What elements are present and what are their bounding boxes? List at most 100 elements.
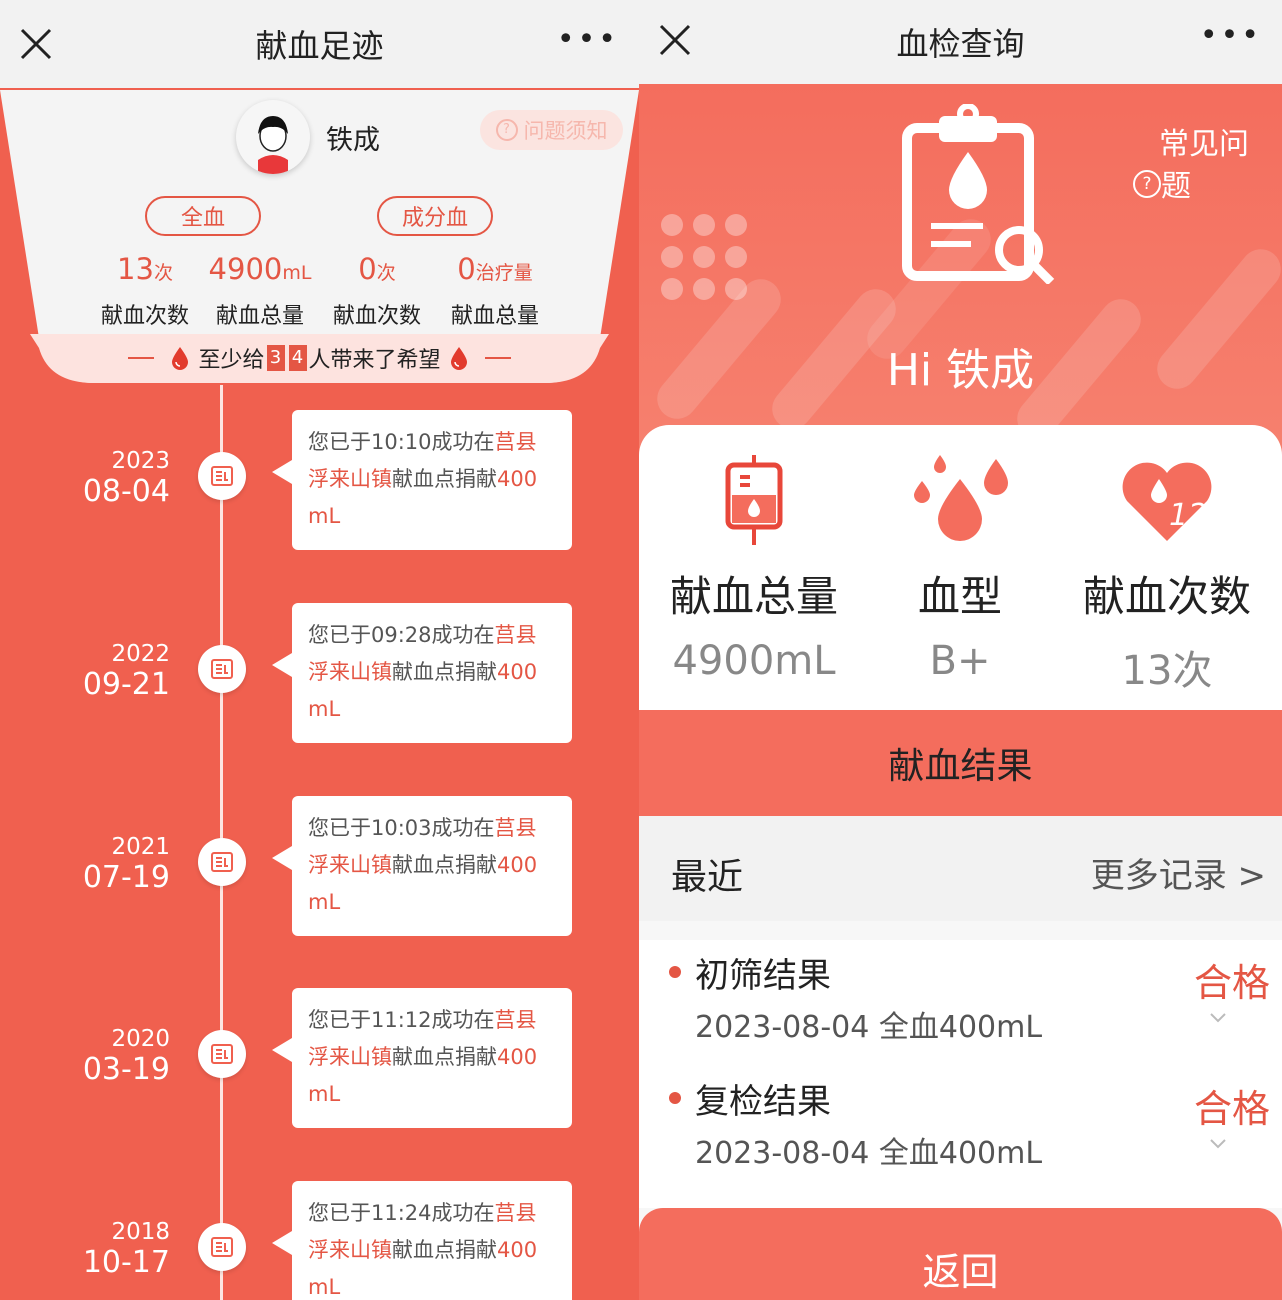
result-name: 初筛结果 <box>695 956 831 996</box>
faq-label: 题 <box>1161 169 1191 204</box>
donation-record-card[interactable]: 您已于10:10成功在莒县 浮来山镇献血点捐献400 mL <box>272 410 572 550</box>
stat-label: 献血总量 <box>215 304 304 329</box>
hope-digit: 4 <box>288 345 307 371</box>
hope-text-prefix: 至少给 <box>198 348 265 373</box>
top-nav-bar: 血检查询 ••• <box>639 0 1282 84</box>
result-name: 复检结果 <box>695 1082 831 1122</box>
divider <box>484 357 511 359</box>
result-item-recheck[interactable]: 复检结果 2023-08-04 全血400mL 合格 <box>639 1066 1282 1192</box>
stat-label: 献血次数 <box>332 304 421 329</box>
timeline-year: 2018 <box>111 1219 170 1245</box>
donation-record-card[interactable]: 您已于11:24成功在莒县 浮来山镇献血点捐献400 mL <box>272 1181 572 1300</box>
stat-value: B+ <box>929 638 991 684</box>
chevron-down-icon[interactable] <box>1208 1008 1228 1028</box>
recent-row: 最近 更多记录 > <box>639 816 1282 921</box>
faq-label: 常见问 <box>1159 127 1249 162</box>
blood-drop-icon <box>172 347 189 370</box>
bullet <box>669 1092 681 1104</box>
stat-value: 13次 <box>1121 648 1213 694</box>
close-icon[interactable] <box>14 22 58 66</box>
help-notice-button[interactable]: ? 问题须知 <box>480 110 623 150</box>
timeline-date: 07-19 <box>82 860 170 895</box>
stat-blood-type: 血型 B+ <box>853 455 1067 684</box>
recent-label: 最近 <box>671 857 744 898</box>
record-icon <box>198 838 246 886</box>
spacer <box>639 1192 1282 1208</box>
result-item-initial[interactable]: 初筛结果 2023-08-04 全血400mL 合格 <box>639 940 1282 1066</box>
close-icon[interactable] <box>653 18 697 62</box>
stat-donation-count: 123 献血次数 13次 <box>1060 455 1274 696</box>
record-icon <box>198 1030 246 1078</box>
donation-record-card[interactable]: 您已于10:03成功在莒县 浮来山镇献血点捐献400 mL <box>272 796 572 936</box>
greeting: Hi 铁成 <box>886 345 1035 396</box>
faq-link[interactable]: 常见问题 <box>1159 124 1259 208</box>
timeline-year: 2023 <box>111 448 170 474</box>
hope-digit: 3 <box>266 345 285 371</box>
timeline-date: 09-21 <box>82 667 170 702</box>
timeline-year: 2022 <box>111 641 170 667</box>
stat-total-volume: 献血总量 4900mL <box>647 455 861 684</box>
result-status: 合格 <box>1193 961 1270 1005</box>
help-notice-label: 问题须知 <box>523 119 608 143</box>
timeline-date: 10-17 <box>82 1245 170 1280</box>
chevron-down-icon[interactable] <box>1208 1134 1228 1154</box>
donation-record-card[interactable]: 您已于11:12成功在莒县 浮来山镇献血点捐献400 mL <box>272 988 572 1128</box>
stat-value: 4900mL <box>672 638 836 684</box>
stat-component-count: 0次 <box>358 252 396 286</box>
record-icon <box>198 1223 246 1271</box>
timeline-date: 03-19 <box>82 1052 170 1087</box>
hero-banner: 常见问题 ? Hi 铁成 <box>639 84 1282 464</box>
timeline-year: 2021 <box>111 834 170 860</box>
hope-banner: 至少给 34 人带来了希望 <box>0 342 639 374</box>
divider <box>128 357 155 359</box>
question-icon[interactable]: ? <box>1133 170 1161 198</box>
result-date: 2023-08-04 全血400mL <box>695 1010 1043 1045</box>
avatar[interactable] <box>236 100 310 174</box>
summary-stats-card: 献血总量 4900mL 血型 B+ 123 献血次数 13次 <box>639 425 1282 710</box>
blood-test-query-screen: 血检查询 ••• 常见问题 ? Hi 铁成 献血总量 4900mL 血型 B+ … <box>639 0 1282 1300</box>
blood-drop-icon <box>450 347 467 370</box>
tab-whole-blood[interactable]: 全血 <box>145 196 261 236</box>
result-date: 2023-08-04 全血400mL <box>695 1136 1043 1171</box>
top-nav-bar: 献血足迹 ••• <box>0 0 639 88</box>
result-status: 合格 <box>1193 1087 1270 1131</box>
user-name: 铁成 <box>326 124 380 156</box>
stat-whole-count: 13次 <box>117 252 173 286</box>
timeline-item: 2023 08-04 您已于10:10成功在莒县 浮来山镇献血点捐献400 mL <box>0 410 639 570</box>
donation-footprint-screen: 献血足迹 ••• 铁成 ? 问题须知 全血 成分血 13次 4900mL 0次 … <box>0 0 639 1300</box>
svg-text:123: 123 <box>1169 498 1217 533</box>
stat-label: 献血次数 <box>100 304 189 329</box>
stat-label: 献血次数 <box>1082 572 1251 621</box>
donation-record-card[interactable]: 您已于09:28成功在莒县 浮来山镇献血点捐献400 mL <box>272 603 572 743</box>
clipboard-search-icon <box>902 104 1055 284</box>
tab-component-blood[interactable]: 成分血 <box>377 196 493 236</box>
blood-bag-icon <box>725 455 783 545</box>
timeline-year: 2020 <box>111 1026 170 1052</box>
timeline-item: 2018 10-17 您已于11:24成功在莒县 浮来山镇献血点捐献400 mL <box>0 1181 639 1300</box>
blood-drops-icon <box>914 455 1008 541</box>
page-title: 血检查询 <box>896 25 1025 63</box>
more-records-link[interactable]: 更多记录 > <box>1091 848 1266 897</box>
section-header-results: 献血结果 <box>639 710 1282 816</box>
back-button[interactable]: 返回 <box>639 1208 1282 1300</box>
user-info: 铁成 <box>236 100 380 174</box>
decorative-dots <box>661 214 747 300</box>
question-icon: ? <box>495 119 518 141</box>
bullet <box>669 966 681 978</box>
record-icon <box>198 452 246 500</box>
more-options-icon[interactable]: ••• <box>557 25 619 55</box>
stat-label: 血型 <box>917 572 1002 621</box>
stat-label: 献血总量 <box>669 572 838 621</box>
timeline-item: 2022 09-21 您已于09:28成功在莒县 浮来山镇献血点捐献400 mL <box>0 603 639 763</box>
timeline-item: 2021 07-19 您已于10:03成功在莒县 浮来山镇献血点捐献400 mL <box>0 796 639 956</box>
hope-text-suffix: 人带来了希望 <box>308 348 441 373</box>
record-icon <box>198 645 246 693</box>
timeline-date: 08-04 <box>82 474 170 509</box>
more-options-icon[interactable]: ••• <box>1200 21 1262 51</box>
page-title: 献血足迹 <box>255 27 384 65</box>
stat-component-volume: 0治疗量 <box>457 252 533 286</box>
stat-label: 献血总量 <box>450 304 539 329</box>
heart-count-icon: 123 <box>1122 462 1226 541</box>
timeline-item: 2020 03-19 您已于11:12成功在莒县 浮来山镇献血点捐献400 mL <box>0 988 639 1148</box>
stat-whole-volume: 4900mL <box>208 252 312 286</box>
